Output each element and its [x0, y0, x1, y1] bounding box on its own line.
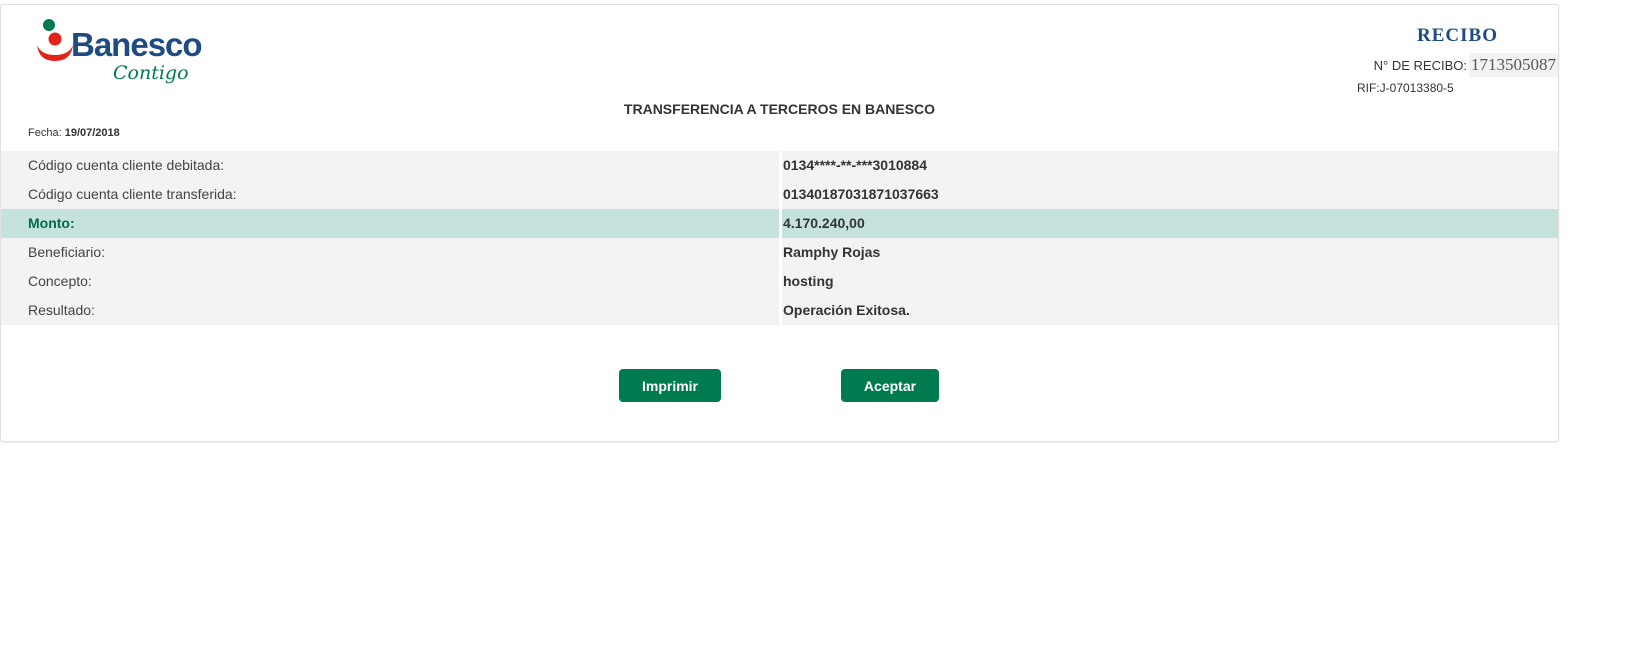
- detail-row-beneficiary: Beneficiario: Ramphy Rojas: [1, 238, 1558, 267]
- detail-value: 0134****-**-***3010884: [782, 151, 1558, 180]
- detail-value: 01340187031871037663: [782, 180, 1558, 209]
- banesco-logo: Banesco Contigo: [37, 19, 203, 84]
- detail-label: Concepto:: [1, 267, 779, 296]
- detail-row-concept: Concepto: hosting: [1, 267, 1558, 296]
- transfer-details: Código cuenta cliente debitada: 0134****…: [1, 151, 1558, 325]
- detail-label: Resultado:: [1, 296, 779, 325]
- detail-label: Beneficiario:: [1, 238, 779, 267]
- detail-row-amount: Monto: 4.170.240,00: [1, 209, 1558, 238]
- date-line: Fecha: 19/07/2018: [28, 127, 120, 139]
- date-label: Fecha:: [28, 127, 62, 139]
- detail-value: Operación Exitosa.: [782, 296, 1558, 325]
- date-value: 19/07/2018: [64, 127, 120, 139]
- svg-text:Contigo: Contigo: [113, 62, 189, 84]
- receipt-number-line: N° DE RECIBO: 1713505087: [1374, 52, 1558, 78]
- receipt-number: 1713505087: [1469, 53, 1558, 77]
- print-button[interactable]: Imprimir: [619, 369, 721, 402]
- detail-label: Código cuenta cliente debitada:: [1, 151, 779, 180]
- page-title: TRANSFERENCIA A TERCEROS EN BANESCO: [623, 101, 936, 117]
- svg-text:Banesco: Banesco: [71, 26, 202, 63]
- receipt-number-label: N° DE RECIBO:: [1373, 57, 1467, 73]
- detail-value: 4.170.240,00: [782, 209, 1558, 238]
- receipt-card: Banesco Contigo RECIBO N° DE RECIBO: 171…: [0, 4, 1559, 442]
- receipt-title: RECIBO: [1417, 25, 1498, 46]
- rif-number: RIF:J-07013380-5: [1357, 81, 1454, 95]
- detail-row-transferred-account: Código cuenta cliente transferida: 01340…: [1, 180, 1558, 209]
- detail-label: Monto:: [1, 209, 779, 238]
- detail-value: Ramphy Rojas: [782, 238, 1558, 267]
- accept-button[interactable]: Aceptar: [841, 369, 939, 402]
- detail-label: Código cuenta cliente transferida:: [1, 180, 779, 209]
- detail-row-result: Resultado: Operación Exitosa.: [1, 296, 1558, 325]
- detail-value: hosting: [782, 267, 1558, 296]
- detail-row-debited-account: Código cuenta cliente debitada: 0134****…: [1, 151, 1558, 180]
